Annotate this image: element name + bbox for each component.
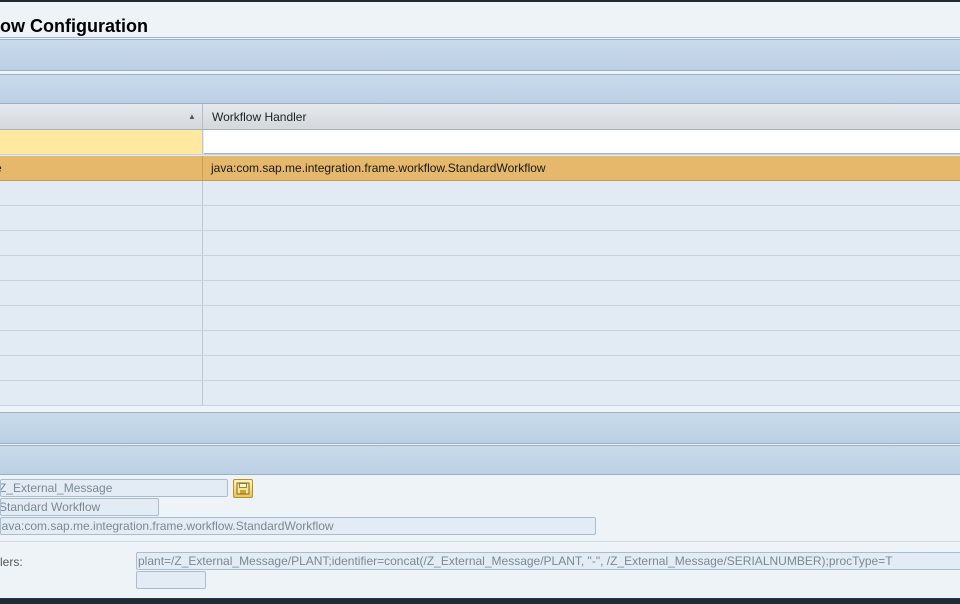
table-row[interactable]: e java:com.sap.me.integration.frame.work… <box>0 156 960 181</box>
message-type-field[interactable]: Z_External_Message <box>0 479 228 497</box>
table-row[interactable] <box>0 206 960 231</box>
table-cell[interactable] <box>204 231 960 255</box>
table-row[interactable] <box>0 231 960 256</box>
details-header-band <box>0 445 960 475</box>
page-title: ow Configuration <box>0 16 148 36</box>
table-cell[interactable] <box>0 181 203 205</box>
table-row[interactable] <box>0 181 960 206</box>
table-cell[interactable] <box>204 331 960 355</box>
table-row[interactable] <box>0 256 960 281</box>
table-cell[interactable] <box>0 306 203 330</box>
filter-input-message-type[interactable] <box>0 130 203 154</box>
form-divider <box>0 541 960 542</box>
section-header-band <box>0 74 960 104</box>
title-bar: ow Configuration <box>0 2 960 38</box>
table-header: ▲ Workflow Handler <box>0 104 960 130</box>
column-header-workflow-handler[interactable]: Workflow Handler <box>204 104 960 130</box>
table-cell[interactable] <box>0 206 203 230</box>
parameters-value: plant=/Z_External_Message/PLANT;identifi… <box>138 554 893 568</box>
table-cell[interactable] <box>204 306 960 330</box>
toolbar-band <box>0 39 960 71</box>
table-cell[interactable] <box>204 356 960 380</box>
details-form: Z_External_Message Standard Workflow jav… <box>0 475 960 598</box>
table-cell[interactable] <box>204 256 960 280</box>
workflow-handler-value: java:com.sap.me.integration.frame.workfl… <box>0 519 334 533</box>
cell-text: java:com.sap.me.integration.frame.workfl… <box>211 161 546 175</box>
table-cell[interactable] <box>0 331 203 355</box>
parameters-label: lers: <box>0 555 23 569</box>
save-icon <box>236 482 250 495</box>
sort-ascending-icon[interactable]: ▲ <box>188 113 196 121</box>
table-cell[interactable] <box>204 206 960 230</box>
workflow-handler-field[interactable]: java:com.sap.me.integration.frame.workfl… <box>0 517 596 535</box>
description-value: Standard Workflow <box>0 500 101 514</box>
table-cell[interactable]: e <box>0 156 203 180</box>
save-button[interactable] <box>233 479 253 498</box>
table-row[interactable] <box>0 306 960 331</box>
filter-input-workflow-handler[interactable] <box>204 130 960 154</box>
table-row[interactable] <box>0 381 960 406</box>
table-cell[interactable] <box>0 231 203 255</box>
workflow-configuration-screen: ow Configuration ▲ Workflow Handler e ja… <box>0 2 960 599</box>
table-row[interactable] <box>0 331 960 356</box>
table-cell[interactable] <box>0 356 203 380</box>
filter-row <box>0 130 960 155</box>
column-header-message-type[interactable]: ▲ <box>0 104 203 130</box>
cell-text: e <box>0 161 2 175</box>
table-cell[interactable] <box>0 381 203 405</box>
table-cell[interactable] <box>204 381 960 405</box>
parameters-field[interactable]: plant=/Z_External_Message/PLANT;identifi… <box>136 552 960 570</box>
table-cell[interactable]: java:com.sap.me.integration.frame.workfl… <box>204 156 960 180</box>
extra-field[interactable] <box>136 571 206 589</box>
table-cell[interactable] <box>0 256 203 280</box>
table-row[interactable] <box>0 356 960 381</box>
message-type-value: Z_External_Message <box>0 481 113 495</box>
table-row[interactable] <box>0 281 960 306</box>
column-header-label: Workflow Handler <box>212 110 307 124</box>
description-field[interactable]: Standard Workflow <box>0 498 159 516</box>
details-toolbar-band <box>0 412 960 444</box>
table-cell[interactable] <box>204 181 960 205</box>
table-cell[interactable] <box>204 281 960 305</box>
table-cell[interactable] <box>0 281 203 305</box>
workflow-table: ▲ Workflow Handler e java:com.sap.me.int… <box>0 104 960 406</box>
